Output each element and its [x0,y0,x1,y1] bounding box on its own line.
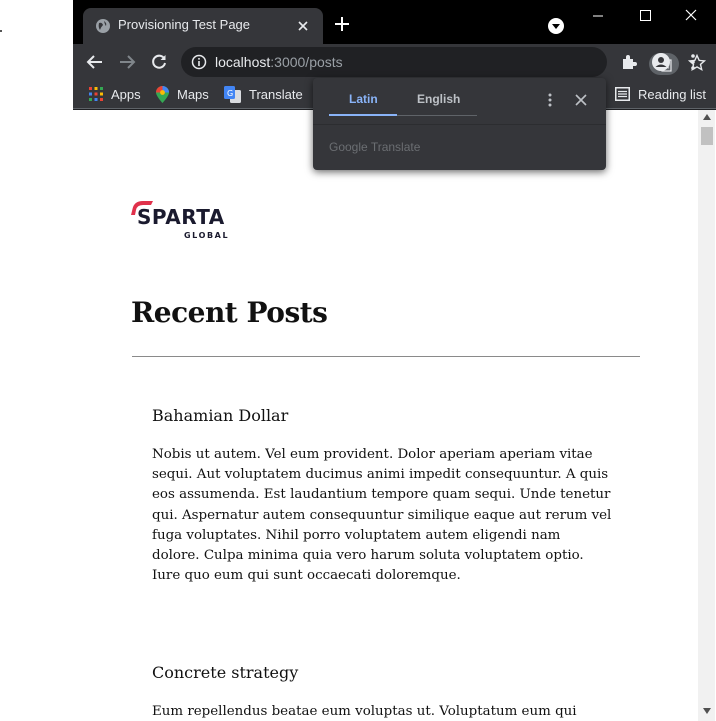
post-body: Nobis ut autem. Vel eum provident. Dolor… [152,447,612,584]
site-info-icon[interactable] [191,54,207,70]
browser-window: Provisioning Test Page localhost:3000/po… [73,0,716,721]
toolbar: localhost:3000/posts [73,44,716,79]
globe-icon [96,19,110,33]
svg-text:G: G [227,89,233,98]
url-host: localhost [215,54,271,70]
maps-pin-icon [156,85,169,103]
url-path: :3000/posts [270,54,343,70]
url-text: localhost:3000/posts [215,54,343,70]
tab-underline [397,115,477,116]
reload-icon[interactable] [149,52,169,72]
logo-word: SPARTA [137,205,225,229]
forward-arrow-icon[interactable] [117,52,137,72]
heading-divider [132,356,640,357]
tab-strip: Provisioning Test Page [73,0,716,44]
page-viewport: SPARTA GLOBAL Recent Posts Bahamian Doll… [73,110,716,721]
active-tab-indicator [329,114,397,116]
back-arrow-icon[interactable] [85,52,105,72]
tab-close-icon[interactable] [295,18,311,34]
profile-icon[interactable] [651,52,671,72]
post-item: Bahamian Dollar Nobis ut autem. Vel eum … [152,406,612,586]
bookmark-label: Maps [177,86,209,102]
bookmark-translate[interactable]: G Translate [224,85,303,103]
translate-popup: Latin English Google Translate [313,78,606,170]
browser-tab[interactable]: Provisioning Test Page [83,8,323,44]
translate-close-icon[interactable] [574,93,588,107]
screen: Provisioning Test Page localhost:3000/po… [0,0,716,721]
popup-divider [313,124,606,125]
bookmark-label: Translate [249,86,303,102]
translate-tab-target[interactable]: English [417,92,460,106]
apps-grid-icon [89,87,103,101]
scroll-down-icon[interactable] [703,708,711,714]
scroll-up-icon[interactable] [703,114,711,120]
extensions-icon[interactable] [619,52,639,72]
bookmark-apps[interactable]: Apps [89,85,141,103]
post-item: Concrete strategy Eum repellendus beatae… [152,663,612,721]
post-title: Concrete strategy [152,663,299,682]
scrollbar-thumb[interactable] [701,127,713,145]
post-body: Eum repellendus beatae eum voluptas ut. … [152,704,577,719]
page-title: Recent Posts [131,296,328,329]
bookmark-label: Apps [111,86,141,102]
minimize-icon[interactable] [583,8,613,24]
kebab-menu-icon[interactable] [683,52,703,72]
tab-search-icon[interactable] [547,17,565,35]
vertical-scrollbar[interactable] [698,110,715,721]
powered-by-google-translate: Google Translate [329,140,421,154]
desktop-dot [0,30,2,32]
maximize-icon[interactable] [630,8,660,24]
sparta-global-logo: SPARTA GLOBAL [131,201,229,240]
google-translate-icon: G [224,85,241,103]
translate-options-icon[interactable] [543,92,557,108]
window-close-icon[interactable] [676,8,706,24]
new-tab-icon[interactable] [335,17,349,31]
reading-list-icon [615,87,630,101]
reading-list-label: Reading list [638,86,706,102]
reading-list[interactable]: Reading list [615,85,706,103]
logo-sub: GLOBAL [184,231,229,240]
tab-title: Provisioning Test Page [118,17,251,32]
address-bar[interactable]: localhost:3000/posts [181,47,706,77]
post-title: Bahamian Dollar [152,406,289,425]
translate-tab-source[interactable]: Latin [349,92,378,106]
bookmark-maps[interactable]: Maps [156,85,209,103]
